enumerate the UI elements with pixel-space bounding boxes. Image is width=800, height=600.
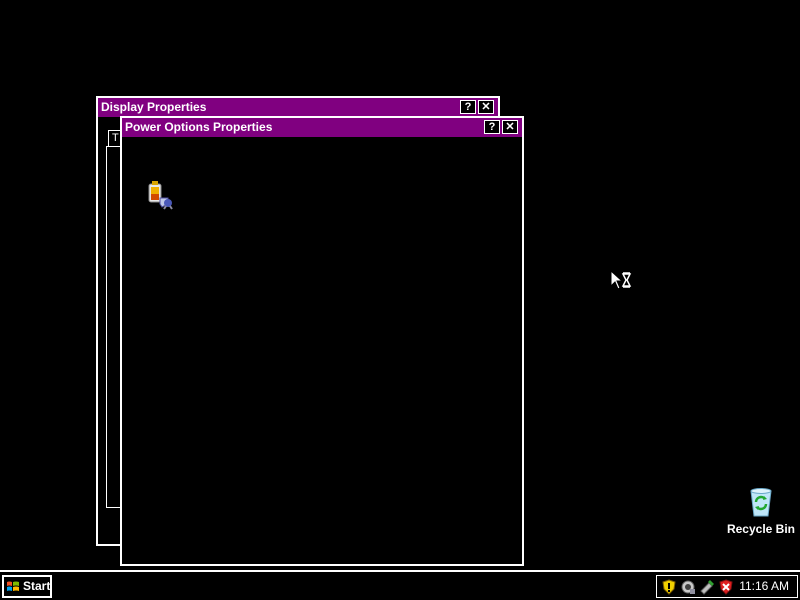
start-label: Start — [23, 579, 51, 593]
display-properties-title: Display Properties — [101, 100, 207, 114]
system-tray: 11:16 AM — [656, 575, 798, 598]
display-close-button[interactable]: ✕ — [478, 100, 494, 114]
safely-remove-hardware-icon[interactable] — [699, 579, 715, 595]
security-shield-icon[interactable] — [661, 579, 677, 595]
power-options-titlebar[interactable]: Power Options Properties — [122, 118, 522, 137]
recycle-bin[interactable]: Recycle Bin — [722, 486, 800, 536]
recycle-bin-label: Recycle Bin — [726, 522, 796, 536]
display-help-button[interactable]: ? — [460, 100, 476, 114]
recycle-bin-icon — [750, 488, 772, 517]
clock[interactable]: 11:16 AM — [739, 576, 789, 597]
start-button[interactable]: Start — [2, 575, 52, 598]
desktop: Display Properties ? ✕ T Power Options P… — [0, 0, 800, 570]
network-icon[interactable] — [680, 579, 696, 595]
security-alert-icon[interactable] — [718, 579, 734, 595]
display-properties-titlebar[interactable]: Display Properties — [98, 98, 498, 117]
power-options-icon — [148, 181, 173, 210]
power-help-button[interactable]: ? — [484, 120, 500, 134]
power-options-window: Power Options Properties ? ✕ — [120, 116, 524, 566]
power-options-title: Power Options Properties — [125, 120, 273, 134]
busy-cursor-icon — [610, 270, 632, 290]
power-close-button[interactable]: ✕ — [502, 120, 518, 134]
windows-logo-icon — [7, 581, 19, 591]
taskbar: Start 11:16 AM — [0, 570, 800, 600]
